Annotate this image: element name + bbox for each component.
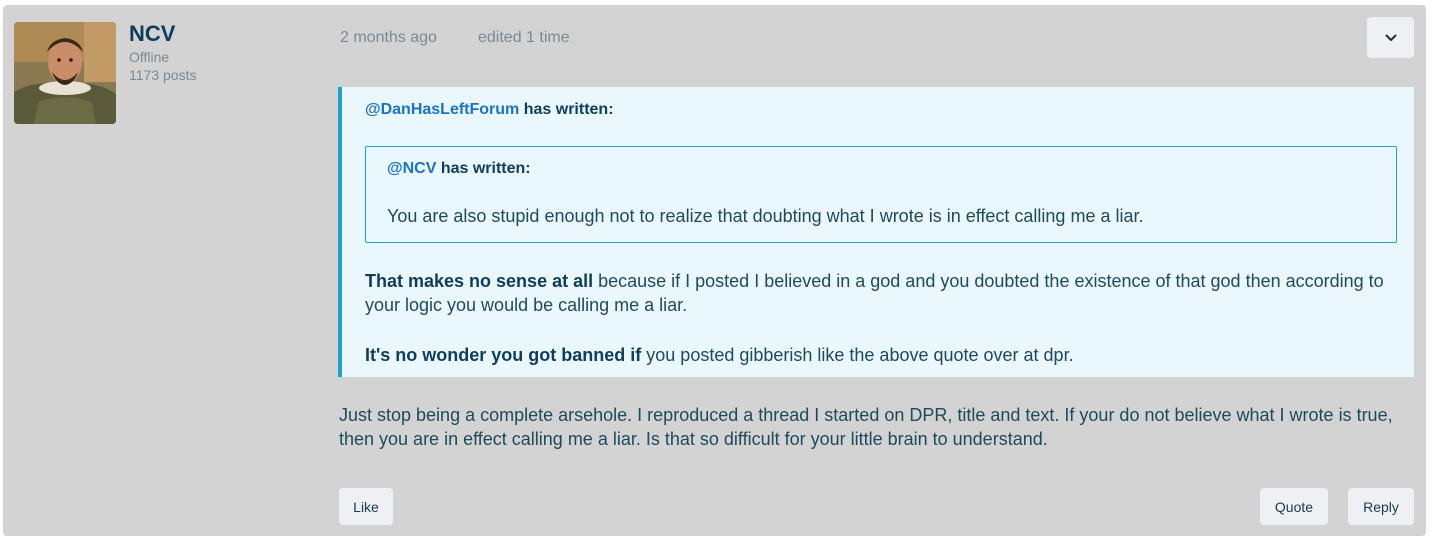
- like-button[interactable]: Like: [339, 488, 393, 525]
- post-body: Just stop being a complete arsehole. I r…: [339, 405, 1393, 449]
- username[interactable]: NCV: [129, 21, 175, 47]
- nested-blockquote: @NCV has written: You are also stupid en…: [365, 146, 1397, 243]
- post-timestamp[interactable]: 2 months ago: [340, 29, 437, 47]
- bold-text: That makes no sense at all: [365, 271, 594, 291]
- nested-quote-author-mention[interactable]: @NCV: [387, 160, 436, 177]
- blockquote: @DanHasLeftForum has written: @NCV has w…: [338, 87, 1414, 377]
- paragraph-text: you posted gibberish like the above quot…: [641, 345, 1074, 365]
- quote-paragraph: It's no wonder you got banned if you pos…: [365, 343, 1074, 367]
- forum-post: NCV Offline 1173 posts 2 months ago edit…: [3, 5, 1426, 536]
- quote-author-mention[interactable]: @DanHasLeftForum: [365, 101, 519, 118]
- bold-text: It's no wonder you got banned if: [365, 345, 642, 365]
- has-written-label: has written:: [440, 160, 531, 177]
- reply-button[interactable]: Reply: [1348, 488, 1414, 525]
- online-status: Offline: [129, 49, 170, 65]
- avatar[interactable]: [14, 22, 116, 124]
- chevron-down-icon: [1385, 29, 1397, 47]
- quote-paragraph: That makes no sense at all because if I …: [365, 269, 1405, 317]
- nested-quote-header: @NCV has written:: [387, 160, 531, 178]
- has-written-label: has written:: [523, 101, 614, 118]
- nested-quote-text: You are also stupid enough not to realiz…: [387, 206, 1144, 226]
- post-count: 1173 posts: [129, 67, 197, 83]
- quote-header: @DanHasLeftForum has written:: [365, 101, 614, 119]
- post-menu-button[interactable]: [1367, 17, 1414, 58]
- quote-button[interactable]: Quote: [1260, 488, 1328, 525]
- edited-indicator[interactable]: edited 1 time: [478, 29, 570, 47]
